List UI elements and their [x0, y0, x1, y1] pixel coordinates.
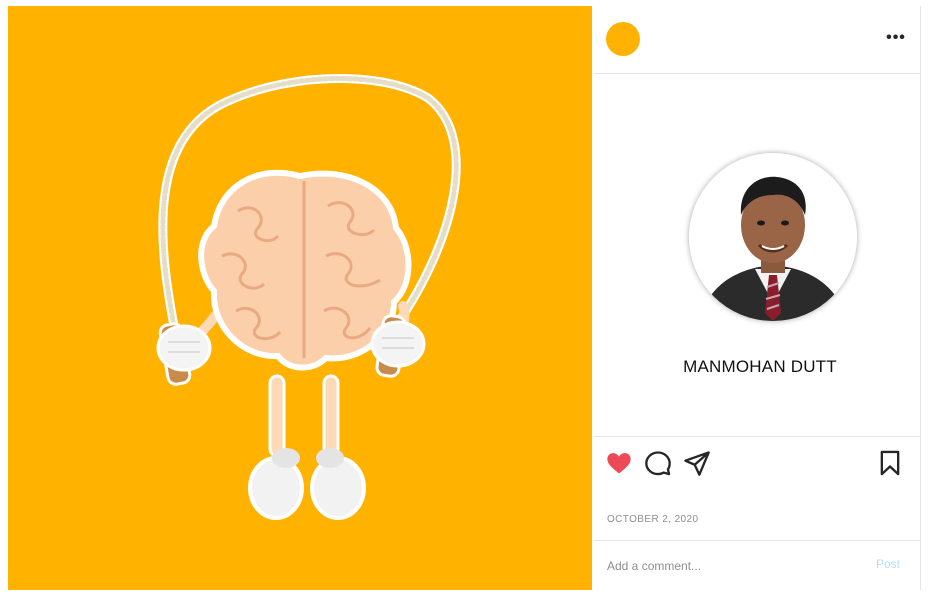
- profile-avatar[interactable]: [606, 22, 640, 56]
- author-portrait-image: [689, 153, 857, 321]
- author-name: MANMOHAN DUTT: [683, 357, 837, 376]
- author-photo: [689, 153, 857, 321]
- post-date: OCTOBER 2, 2020: [607, 514, 699, 525]
- heart-filled-icon[interactable]: [605, 449, 633, 477]
- post-header: •••: [594, 6, 920, 74]
- author-card: MANMOHAN DUTT: [594, 75, 920, 435]
- comment-bar: Post: [594, 540, 920, 590]
- bookmark-icon[interactable]: [876, 449, 904, 477]
- post-side-panel: ••• MANMOHAN DUTT OCTOBER 2, 2020 Add a …: [594, 6, 921, 590]
- post-actions: [594, 436, 920, 488]
- paper-plane-icon[interactable]: [683, 449, 711, 477]
- comment-icon[interactable]: [644, 449, 672, 477]
- post-comment-button[interactable]: Post: [876, 557, 900, 571]
- more-horizontal-icon: •••: [886, 29, 906, 46]
- post-image[interactable]: [8, 6, 592, 590]
- brain-jump-rope-illustration: [156, 73, 461, 520]
- more-options-button[interactable]: •••: [884, 26, 908, 50]
- comment-input[interactable]: [607, 557, 847, 575]
